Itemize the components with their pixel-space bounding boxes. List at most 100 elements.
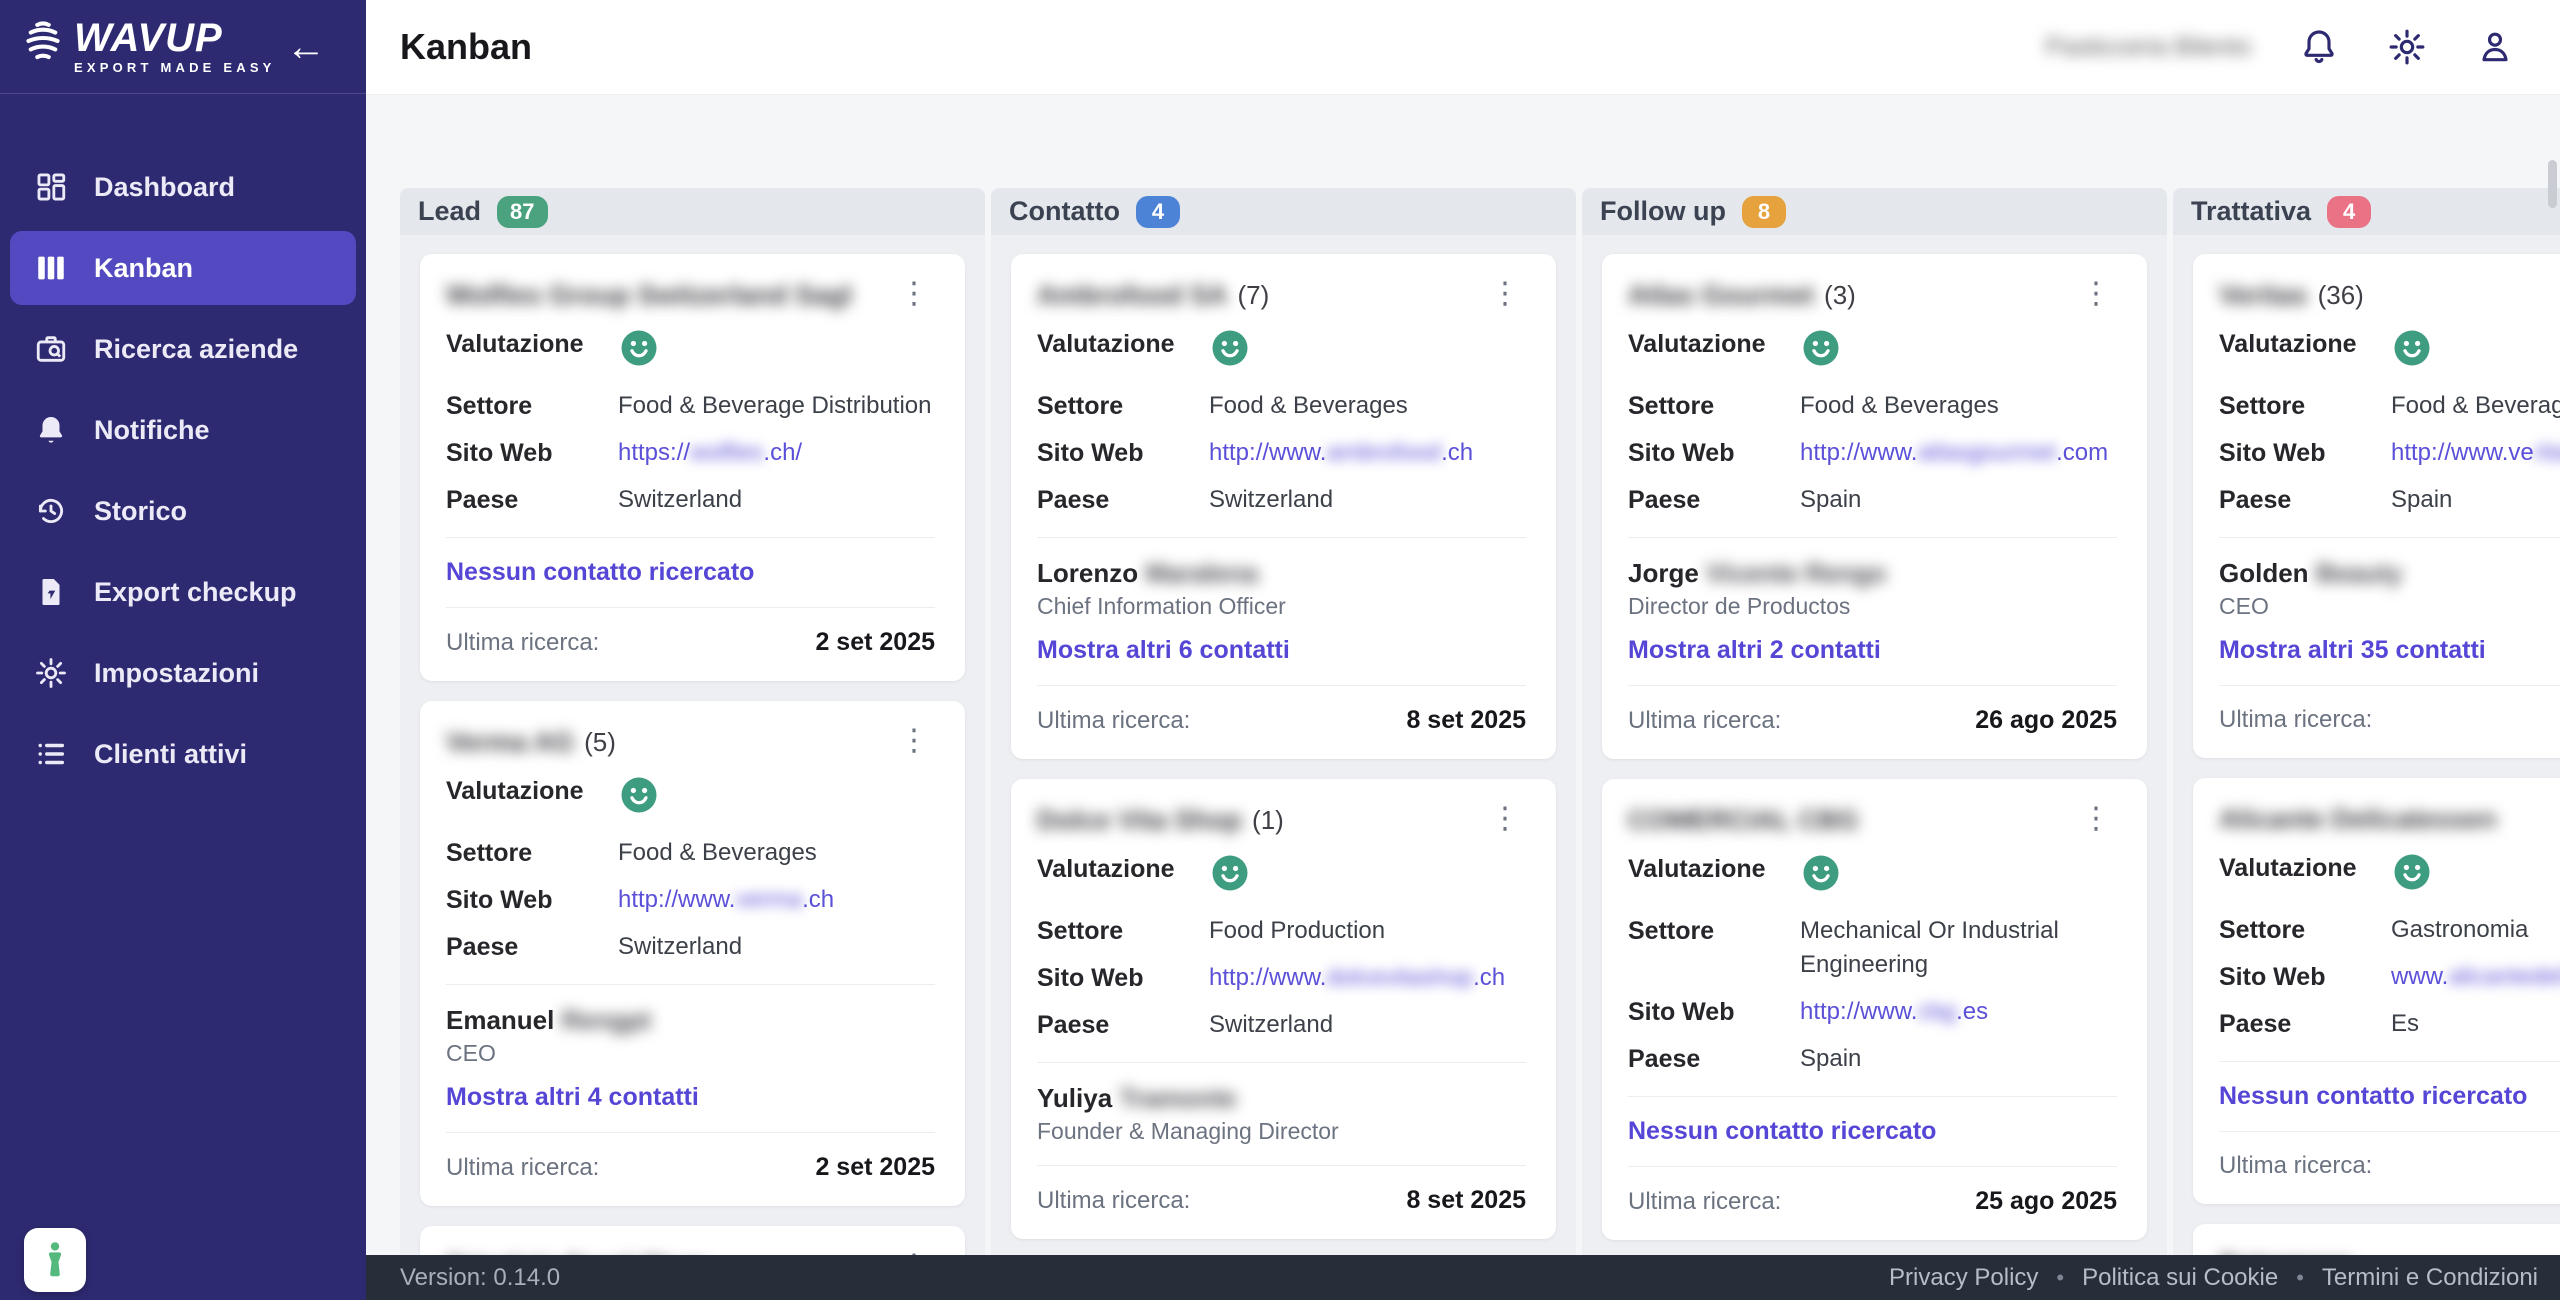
kanban-card[interactable]: Alicante Delicatessen⋮ Valutazione Settore… [2193,778,2560,1204]
kanban-card[interactable]: Potramara(8)⋮ValutazioneSettoreFood & Be… [2193,1224,2560,1255]
field-label: Valutazione [2219,330,2357,358]
sidebar-item-dashboard[interactable]: Dashboard [10,150,356,224]
sidebar-item-storico[interactable]: Storico [10,474,356,548]
contact-role: CEO [2219,593,2269,619]
kanban-card[interactable]: Verma AG (5) ⋮ Valutazione Settore Food & Bev… [420,701,965,1206]
column-body: Ambrofood SA (7) ⋮ Valutazione Settore Food &… [991,235,1576,1255]
sidebar-item-notifiche[interactable]: Notifiche [10,393,356,467]
account-name[interactable]: Pasticceria Bilento [2045,33,2251,62]
card-header: Dolce Vita Shop (1) ⋮ [1037,804,1526,836]
kanban-card[interactable]: Wolfies Group Switzerland Sagl ⋮ Valutazio… [420,254,965,681]
contact-role: Director de Productos [1628,593,1851,619]
footer-link-separator: • [2056,1264,2065,1290]
website-link[interactable]: https://wolfies.ch/ [618,436,802,470]
sidebar-item-label: Clienti attivi [94,738,248,769]
country-row: Paese Switzerland [1037,1008,1526,1042]
rating-row: Valutazione [2219,851,2560,893]
divider [2219,537,2560,538]
company-name: Ambrofood SA [1037,280,1228,310]
field-label: Settore [446,839,533,867]
card-menu-kebab-icon[interactable]: ⋮ [893,279,935,309]
no-contact-link[interactable]: Nessun contatto ricercato [446,558,754,587]
footer-link-politica-sui-cookie[interactable]: Politica sui Cookie [2082,1264,2278,1292]
last-search-label: Ultima ricerca: [2219,1152,2373,1179]
kanban-card[interactable]: COMERCIAL CBG ⋮ Valutazione Settore Mechanic… [1602,779,2147,1240]
contact-name: Lorenzo Maralena [1037,558,1259,588]
card-menu-kebab-icon[interactable]: ⋮ [2075,279,2117,309]
kanban-card[interactable]: Trinakria Food Shop⋮ValutazioneSettoreFo… [420,1226,965,1255]
kanban-column-lead: Lead 87 Wolfies Group Switzerland Sagl ⋮ Val… [400,188,985,1255]
field-label: Sito Web [1628,439,1735,467]
sidebar-item-kanban[interactable]: Kanban [10,231,356,305]
kanban-card[interactable]: Dolce Vita Shop (1) ⋮ Valutazione Settore Foo… [1011,779,1556,1239]
footer-link-termini-e-condizioni[interactable]: Termini e Condizioni [2322,1264,2538,1292]
field-label: Paese [1037,1011,1110,1039]
kanban-card[interactable]: Ambrofood SA (7) ⋮ Valutazione Settore Food &… [1011,254,1556,759]
website-link[interactable]: http://www.verma.ch [618,883,834,917]
kanban-card[interactable]: Veritas(36)⋮ValutazioneSettoreFood & Bev… [2193,254,2560,758]
contact-name: Jorge Vicente Rengo [1628,558,1887,588]
divider [1037,537,1526,538]
website-link[interactable]: http://www.veritas.es [2391,436,2560,470]
country-row: Paese Spain [1628,483,2117,517]
footer-link-privacy-policy[interactable]: Privacy Policy [1889,1264,2038,1292]
website-row: Sito Web https://wolfies.ch/ [446,436,935,470]
settings-gear-icon[interactable] [2387,27,2427,67]
card-header: COMERCIAL CBG ⋮ [1628,804,2117,836]
rating-row: Valutazione [1037,327,1526,369]
contact-block: Emanuel Rengpt CEO [446,1005,935,1067]
contacts-count: (5) [584,727,616,757]
sector-row: Settore Food & Beverage Distribution [446,389,935,423]
kanban-board: Lead 87 Wolfies Group Switzerland Sagl ⋮ Val… [400,188,2560,1255]
sector-value: Food & Beverages [1800,392,1999,419]
divider [1037,1165,1526,1166]
column-body: Wolfies Group Switzerland Sagl ⋮ Valutazio… [400,235,985,1255]
field-label: Paese [2219,1010,2292,1038]
card-header: Veritas(36)⋮ [2219,280,2560,311]
card-menu-kebab-icon[interactable]: ⋮ [1484,279,1526,309]
card-menu-kebab-icon[interactable]: ⋮ [893,726,935,756]
contact-name: Emanuel Rengpt [446,1005,652,1035]
column-body: Atlas Gourmet (3) ⋮ Valutazione Settore Food … [1582,235,2167,1255]
column-title: Follow up [1600,196,1726,226]
divider [446,607,935,608]
last-search-date: 26 ago 2025 [1975,706,2117,734]
show-more-contacts-link[interactable]: Mostra altri 35 contatti [2219,636,2486,665]
kanban-card[interactable]: Atlas Gourmet (3) ⋮ Valutazione Settore Food … [1602,254,2147,759]
collapse-sidebar-button[interactable]: ← [286,27,326,67]
field-label: Settore [1037,917,1124,945]
no-contact-link[interactable]: Nessun contatto ricercato [1628,1117,1936,1146]
field-label: Settore [2219,916,2306,944]
notifications-bell-icon[interactable] [2299,27,2339,67]
website-link[interactable]: www.alicantedeli [2391,960,2560,994]
no-contact-link[interactable]: Nessun contatto ricercato [2219,1082,2527,1111]
card-menu-kebab-icon[interactable]: ⋮ [2075,804,2117,834]
website-link[interactable]: http://www.ambrofood.ch [1209,436,1473,470]
show-more-contacts-link[interactable]: Mostra altri 2 contatti [1628,636,1881,665]
vertical-scrollbar-thumb[interactable] [2548,160,2557,208]
sidebar-item-clienti-attivi[interactable]: Clienti attivi [10,717,356,791]
sidebar-item-impostazioni[interactable]: Impostazioni [10,636,356,710]
field-label: Valutazione [1628,855,1766,883]
country-value: Switzerland [1209,1011,1334,1038]
sidebar-item-label: Ricerca aziende [94,333,299,364]
kanban-column-trattativa: Trattativa4Veritas(36)⋮ValutazioneSettor… [2173,188,2560,1255]
website-link[interactable]: http://www.cbg.es [1800,995,1988,1029]
show-more-contacts-link[interactable]: Mostra altri 4 contatti [446,1083,699,1112]
contact-role: CEO [446,1040,496,1066]
website-row: Sito Web http://www.cbg.es [1628,995,2117,1029]
user-profile-icon[interactable] [2475,27,2515,67]
show-more-contacts-link[interactable]: Mostra altri 6 contatti [1037,636,1290,665]
card-menu-kebab-icon[interactable]: ⋮ [1484,804,1526,834]
sidebar-item-export-checkup[interactable]: Export checkup [10,555,356,629]
website-link[interactable]: http://www.dolcevitashop.ch [1209,961,1505,995]
website-row: Sito Web http://www.dolcevitashop.ch [1037,961,1526,995]
column-count-badge: 87 [497,195,548,228]
accessibility-widget-button[interactable] [24,1228,86,1292]
website-link[interactable]: http://www.atlasgourmet.com [1800,436,2108,470]
column-title: Trattativa [2191,196,2312,226]
gear-icon [34,656,68,690]
sidebar-item-ricerca-aziende[interactable]: Ricerca aziende [10,312,356,386]
rating-smiley-icon [2391,327,2433,369]
rating-row: Valutazione [2219,327,2560,369]
